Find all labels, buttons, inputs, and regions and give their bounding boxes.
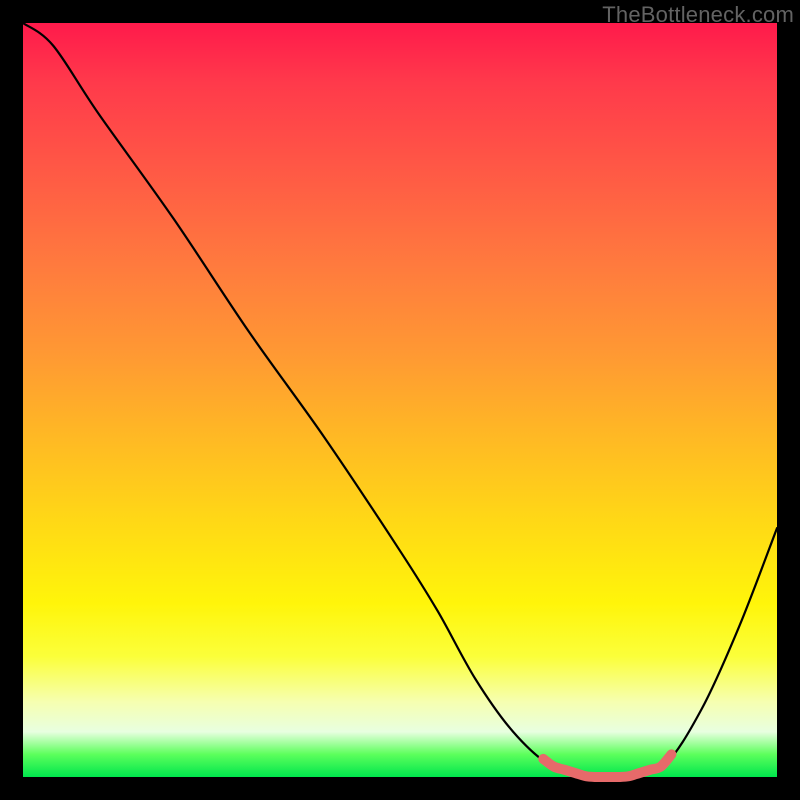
highlight-segment — [543, 754, 671, 777]
chart-frame: TheBottleneck.com — [0, 0, 800, 800]
chart-svg — [23, 23, 777, 777]
watermark-text: TheBottleneck.com — [602, 2, 794, 28]
chart-plot-area — [23, 23, 777, 777]
bottleneck-curve — [23, 23, 777, 778]
